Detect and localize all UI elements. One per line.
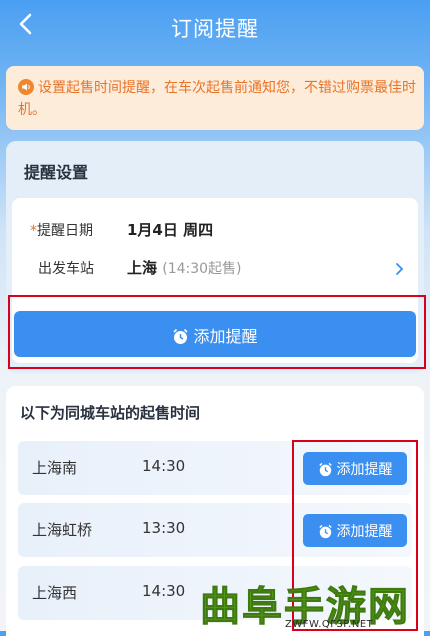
departure-station-row[interactable]: 出发车站 上海 (14:30起售) — [12, 253, 418, 285]
date-label: *提醒日期 — [30, 220, 93, 240]
notice-banner: 设置起售时间提醒，在车次起售前通知您，不错过购票最佳时机。 — [6, 66, 424, 130]
highlight-box — [8, 295, 426, 369]
date-label-text: 提醒日期 — [37, 223, 93, 239]
same-city-title: 以下为同城车站的起售时间 — [20, 404, 201, 422]
date-value: 1月4日 周四 — [127, 221, 214, 239]
station-name: 上海 — [127, 259, 158, 277]
station-name: 上海虹桥 — [32, 521, 93, 539]
chevron-right-icon[interactable] — [392, 261, 406, 275]
sale-time: 14:30 — [142, 582, 186, 600]
sale-time: 13:30 — [142, 519, 186, 537]
section-title: 提醒设置 — [24, 163, 89, 182]
station-name: 上海西 — [32, 584, 78, 602]
header-bar: 订阅提醒 — [0, 0, 430, 54]
watermark-url: ZWFW.QFSP.NET — [285, 619, 374, 630]
page-title: 订阅提醒 — [171, 17, 259, 41]
required-mark: * — [30, 223, 37, 239]
notice-text: 设置起售时间提醒，在车次起售前通知您，不错过购票最佳时机。 — [18, 80, 416, 118]
sale-time: 14:30 — [142, 457, 186, 475]
station-value: 上海 (14:30起售) — [127, 257, 242, 278]
reminder-date-row[interactable]: *提醒日期 1月4日 周四 — [12, 215, 418, 247]
station-name: 上海南 — [32, 459, 78, 477]
station-label: 出发车站 — [38, 261, 94, 277]
station-sale-time: (14:30起售) — [162, 261, 242, 277]
